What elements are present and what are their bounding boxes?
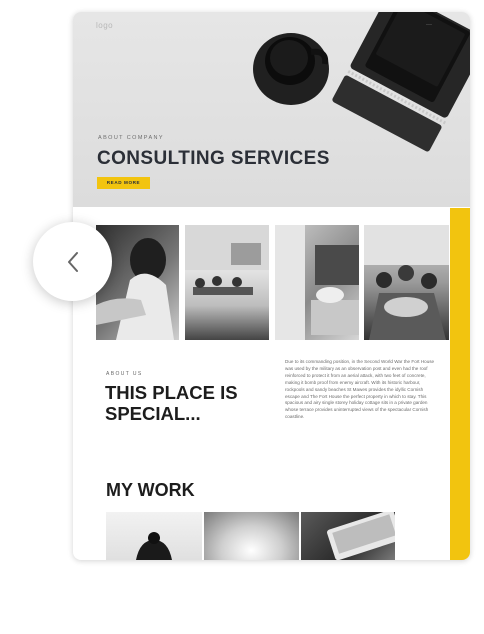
hero-title: CONSULTING SERVICES [97, 148, 330, 169]
work-thumb-2 [204, 512, 299, 560]
coffee-cup-image [253, 33, 329, 105]
previous-button[interactable] [33, 222, 112, 301]
menu-icon: ··· [426, 22, 432, 28]
work-title: MY WORK [106, 480, 195, 500]
read-more-button: READ MORE [97, 177, 150, 189]
notebook-image [332, 12, 470, 152]
hero-section: logo ··· ABOUT COMPANY CONSULTING SERVIC… [73, 12, 470, 207]
work-thumb-1 [106, 512, 202, 560]
about-body-text: Due to its commanding position, in the S… [285, 359, 435, 420]
gallery-photo-1 [96, 225, 179, 340]
gallery-photo-3 [275, 225, 359, 340]
template-preview-card: logo ··· ABOUT COMPANY CONSULTING SERVIC… [73, 12, 470, 560]
about-eyebrow: ABOUT US [106, 371, 143, 377]
chevron-left-icon [67, 251, 78, 272]
hero-eyebrow: ABOUT COMPANY [98, 135, 164, 141]
logo-text: logo [96, 21, 114, 30]
work-thumb-3 [301, 512, 395, 560]
gallery-photo-4 [364, 225, 449, 340]
gallery-photo-2 [185, 225, 269, 340]
accent-bar [450, 208, 470, 560]
about-title: THIS PLACE IS SPECIAL... [105, 382, 238, 424]
